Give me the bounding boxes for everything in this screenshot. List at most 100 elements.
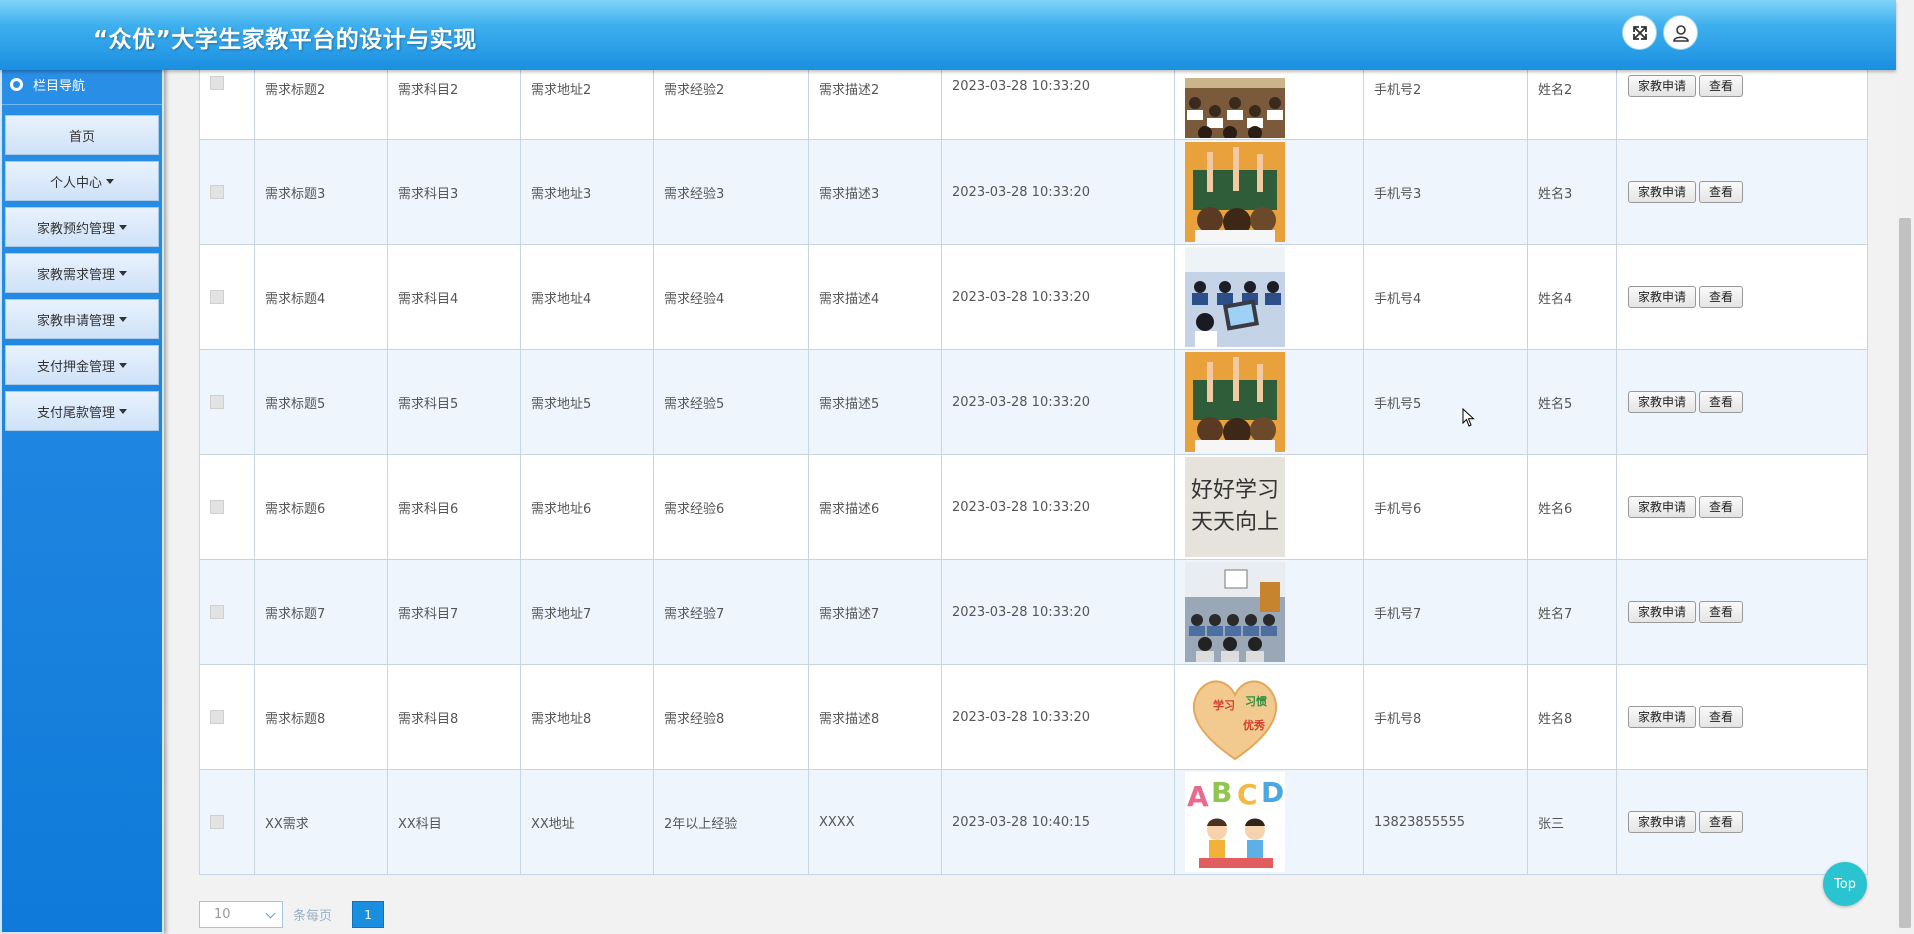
row-checkbox[interactable]	[210, 76, 224, 90]
row-checkbox[interactable]	[210, 395, 224, 409]
cell-title: 需求标题7	[254, 559, 388, 665]
cell-phone: 手机号5	[1363, 349, 1528, 455]
apply-tutor-button[interactable]: 家教申请	[1628, 601, 1697, 623]
apply-tutor-button[interactable]: 家教申请	[1628, 496, 1697, 518]
apply-tutor-button[interactable]: 家教申请	[1628, 181, 1697, 203]
table-row: 需求标题2 需求科目2 需求地址2 需求经验2 需求描述2 2023-03-28 10:3…	[199, 60, 1868, 140]
apply-tutor-button[interactable]: 家教申请	[1628, 75, 1697, 97]
row-checkbox[interactable]	[210, 605, 224, 619]
demand-image: 好好学习 天天向上	[1185, 457, 1353, 557]
cell-subject: 需求科目3	[387, 139, 521, 245]
sidebar-item-label: 支付尾款管理	[36, 405, 115, 421]
view-button[interactable]: 查看	[1699, 75, 1744, 97]
scrollbar-thumb[interactable]	[1899, 218, 1911, 928]
cell-subject: 需求科目6	[387, 454, 521, 560]
apply-tutor-button[interactable]: 家教申请	[1628, 706, 1697, 728]
cell-experience: 需求经验3	[653, 139, 809, 245]
page-size-select[interactable]: 10	[199, 901, 283, 928]
apply-tutor-button[interactable]: 家教申请	[1628, 391, 1697, 413]
svg-text:C: C	[1237, 778, 1258, 811]
demand-image	[1185, 142, 1353, 242]
cell-actions: 家教申请 查看	[1616, 559, 1868, 665]
sidebar-item-2[interactable]: 家教预约管理	[5, 207, 159, 247]
svg-text:优秀: 优秀	[1243, 718, 1265, 732]
sidebar-item-label: 个人中心	[49, 175, 102, 191]
caret-down-icon	[106, 178, 114, 184]
row-checkbox[interactable]	[210, 185, 224, 199]
apply-tutor-button[interactable]: 家教申请	[1628, 811, 1697, 833]
cell-description: 需求描述6	[808, 454, 942, 560]
site-title: “众优”大学生家教平台的设计与实现	[93, 27, 477, 53]
cell-description: 需求描述5	[808, 349, 942, 455]
apply-tutor-button[interactable]: 家教申请	[1628, 286, 1697, 308]
svg-text:天天向上: 天天向上	[1191, 510, 1279, 535]
demand-table: 需求标题2 需求科目2 需求地址2 需求经验2 需求描述2 2023-03-28 10:3…	[199, 60, 1868, 875]
sidebar-item-1[interactable]: 个人中心	[5, 161, 159, 201]
caret-down-icon	[119, 270, 127, 276]
row-checkbox[interactable]	[210, 710, 224, 724]
cell-experience: 需求经验8	[653, 664, 809, 770]
cell-name: 姓名5	[1527, 349, 1617, 455]
row-checkbox[interactable]	[210, 500, 224, 514]
cell-actions: 家教申请 查看	[1616, 60, 1868, 140]
cell-description: 需求描述7	[808, 559, 942, 665]
table-row: 需求标题6 需求科目6 需求地址6 需求经验6 需求描述6 2023-03-28 10:3…	[199, 454, 1868, 560]
cell-name: 姓名3	[1527, 139, 1617, 245]
cell-experience: 需求经验7	[653, 559, 809, 665]
user-icon	[1672, 24, 1689, 42]
caret-down-icon	[119, 316, 127, 322]
cell-phone: 手机号2	[1363, 60, 1528, 140]
sidebar-item-4[interactable]: 家教申请管理	[5, 299, 159, 339]
demand-table-container: 需求标题2 需求科目2 需求地址2 需求经验2 需求描述2 2023-03-28 10:3…	[199, 60, 1868, 875]
svg-text:B: B	[1211, 776, 1232, 809]
cell-phone: 手机号4	[1363, 244, 1528, 350]
sidebar-item-0[interactable]: 首页	[5, 115, 159, 155]
sidebar-item-3[interactable]: 家教需求管理	[5, 253, 159, 293]
table-row: 需求标题5 需求科目5 需求地址5 需求经验5 需求描述5 2023-03-28 10:3…	[199, 349, 1868, 455]
demand-image	[1185, 247, 1353, 347]
fullscreen-button[interactable]	[1622, 15, 1657, 50]
view-button[interactable]: 查看	[1699, 811, 1744, 833]
cell-subject: 需求科目5	[387, 349, 521, 455]
table-row: 需求标题3 需求科目3 需求地址3 需求经验3 需求描述3 2023-03-28 10:3…	[199, 139, 1868, 245]
pagination: 10 条每页 1	[199, 901, 385, 928]
svg-text:好好学习: 好好学习	[1191, 478, 1279, 503]
view-button[interactable]: 查看	[1699, 706, 1744, 728]
view-button[interactable]: 查看	[1699, 286, 1744, 308]
row-select-cell	[199, 559, 255, 665]
chevron-down-icon	[265, 908, 276, 919]
per-page-label: 条每页	[293, 909, 333, 924]
cell-experience: 需求经验5	[653, 349, 809, 455]
row-select-cell	[199, 454, 255, 560]
view-button[interactable]: 查看	[1699, 391, 1744, 413]
cell-address: 需求地址2	[520, 60, 654, 140]
user-profile-button[interactable]	[1663, 15, 1698, 50]
demand-image: 学习 习惯 优秀	[1185, 667, 1353, 767]
view-button[interactable]: 查看	[1699, 496, 1744, 518]
table-row: 需求标题4 需求科目4 需求地址4 需求经验4 需求描述4 2023-03-28 10:3…	[199, 244, 1868, 350]
row-checkbox[interactable]	[210, 815, 224, 829]
sidebar-item-label: 家教预约管理	[36, 221, 115, 237]
sidebar-item-6[interactable]: 支付尾款管理	[5, 391, 159, 431]
cell-image	[1174, 60, 1364, 140]
cell-actions: 家教申请 查看	[1616, 244, 1868, 350]
cell-phone: 手机号6	[1363, 454, 1528, 560]
view-button[interactable]: 查看	[1699, 181, 1744, 203]
row-select-cell	[199, 60, 255, 140]
cell-image: ABCD	[1174, 769, 1364, 875]
back-to-top-button[interactable]: Top	[1823, 862, 1867, 906]
view-button[interactable]: 查看	[1699, 601, 1744, 623]
cell-description: 需求描述8	[808, 664, 942, 770]
sidebar-item-5[interactable]: 支付押金管理	[5, 345, 159, 385]
cell-address: 需求地址8	[520, 664, 654, 770]
cell-experience: 需求经验2	[653, 60, 809, 140]
caret-down-icon	[119, 408, 127, 414]
row-checkbox[interactable]	[210, 290, 224, 304]
cell-actions: 家教申请 查看	[1616, 769, 1868, 875]
cell-phone: 手机号7	[1363, 559, 1528, 665]
cell-address: 需求地址7	[520, 559, 654, 665]
cell-address: 需求地址6	[520, 454, 654, 560]
cell-phone: 手机号3	[1363, 139, 1528, 245]
cell-phone: 手机号8	[1363, 664, 1528, 770]
page-number-button[interactable]: 1	[352, 901, 385, 928]
